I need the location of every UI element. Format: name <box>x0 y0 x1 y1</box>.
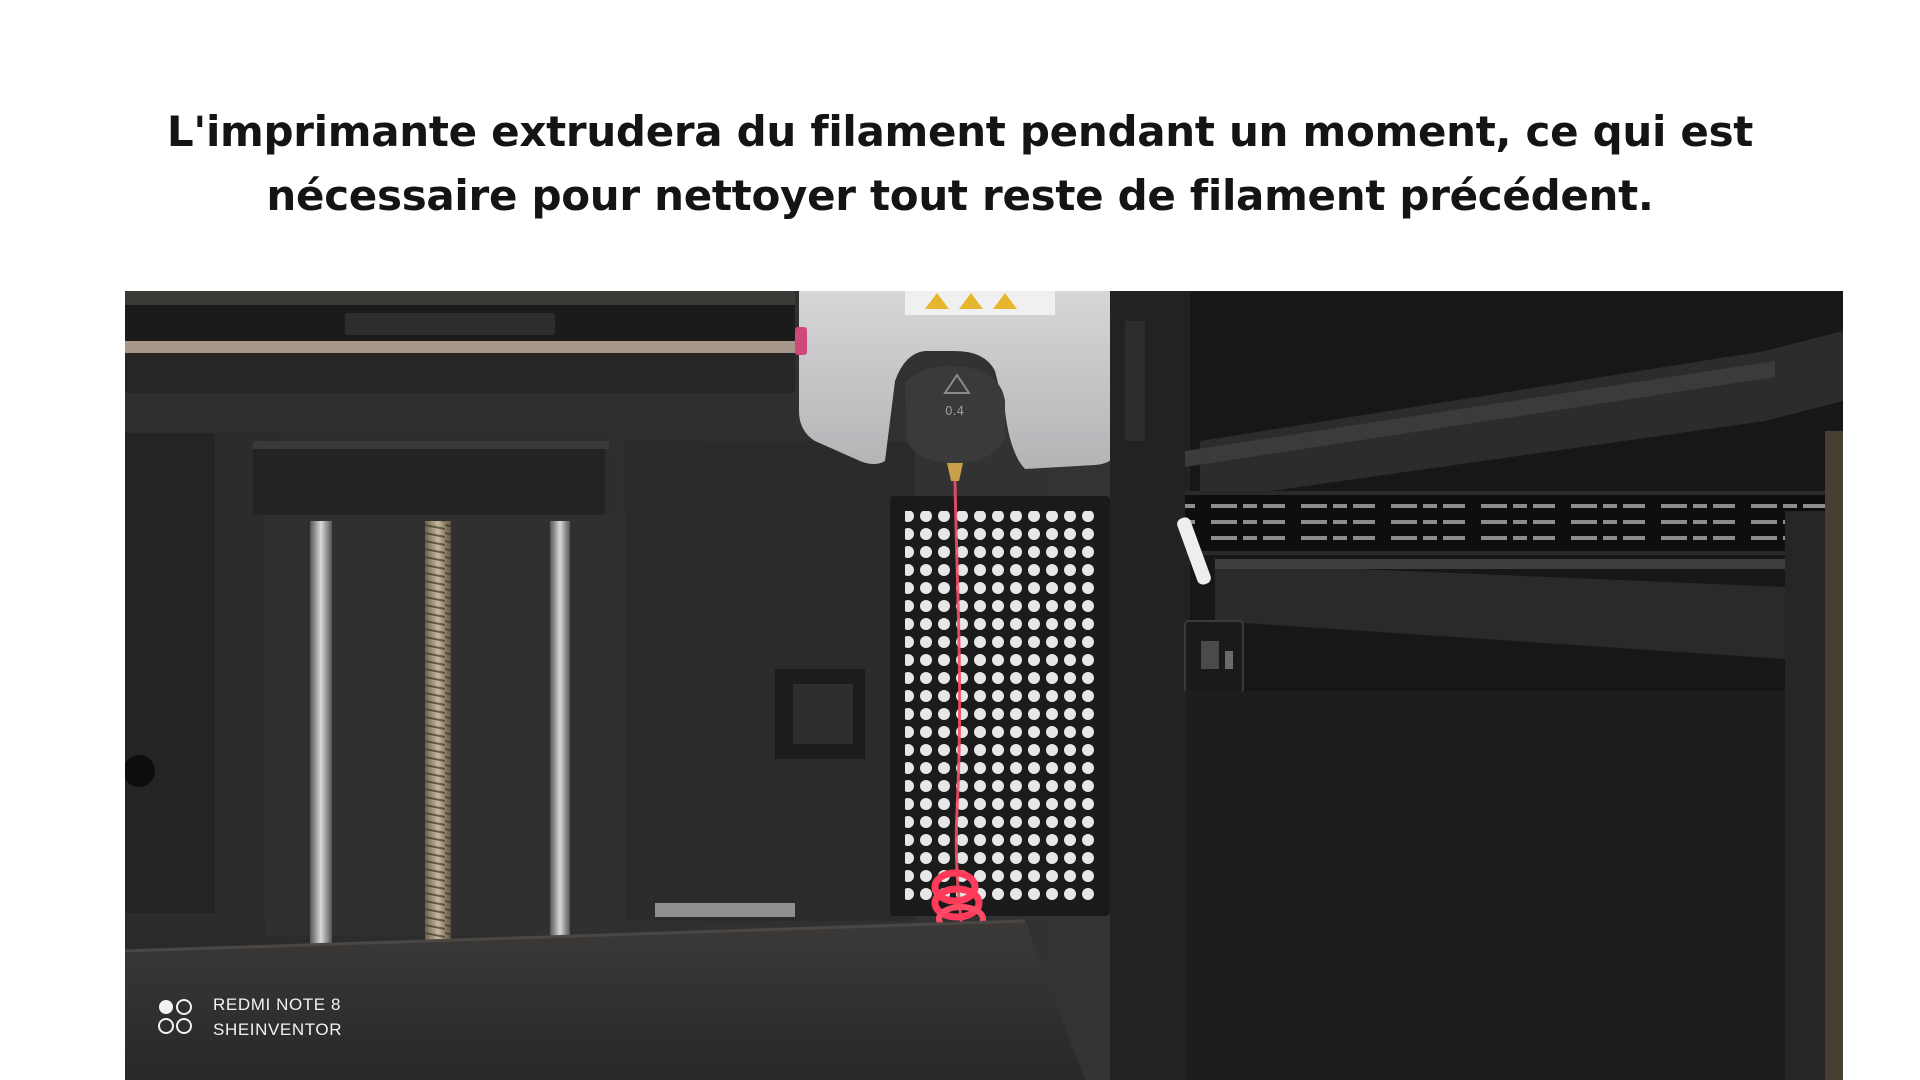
nozzle-size-label: 0.4 <box>945 404 964 418</box>
watermark-text: REDMI NOTE 8 SHEINVENTOR <box>213 992 342 1042</box>
caption-line-2: nécessaire pour nettoyer tout reste de f… <box>266 171 1654 220</box>
caption-line-1: L'imprimante extrudera du filament penda… <box>166 107 1754 156</box>
camera-watermark: REDMI NOTE 8 SHEINVENTOR <box>157 992 342 1042</box>
printer-photo: 0.4 REDMI NOTE 8 SHEINVENTOR <box>125 291 1843 1080</box>
printer-illustration: 0.4 <box>125 291 1843 1080</box>
camera-lens-icon <box>158 999 192 1034</box>
watermark-author: SHEINVENTOR <box>213 1020 343 1039</box>
watermark-device: REDMI NOTE 8 <box>213 995 342 1014</box>
caption: L'imprimante extrudera du filament penda… <box>150 100 1770 228</box>
